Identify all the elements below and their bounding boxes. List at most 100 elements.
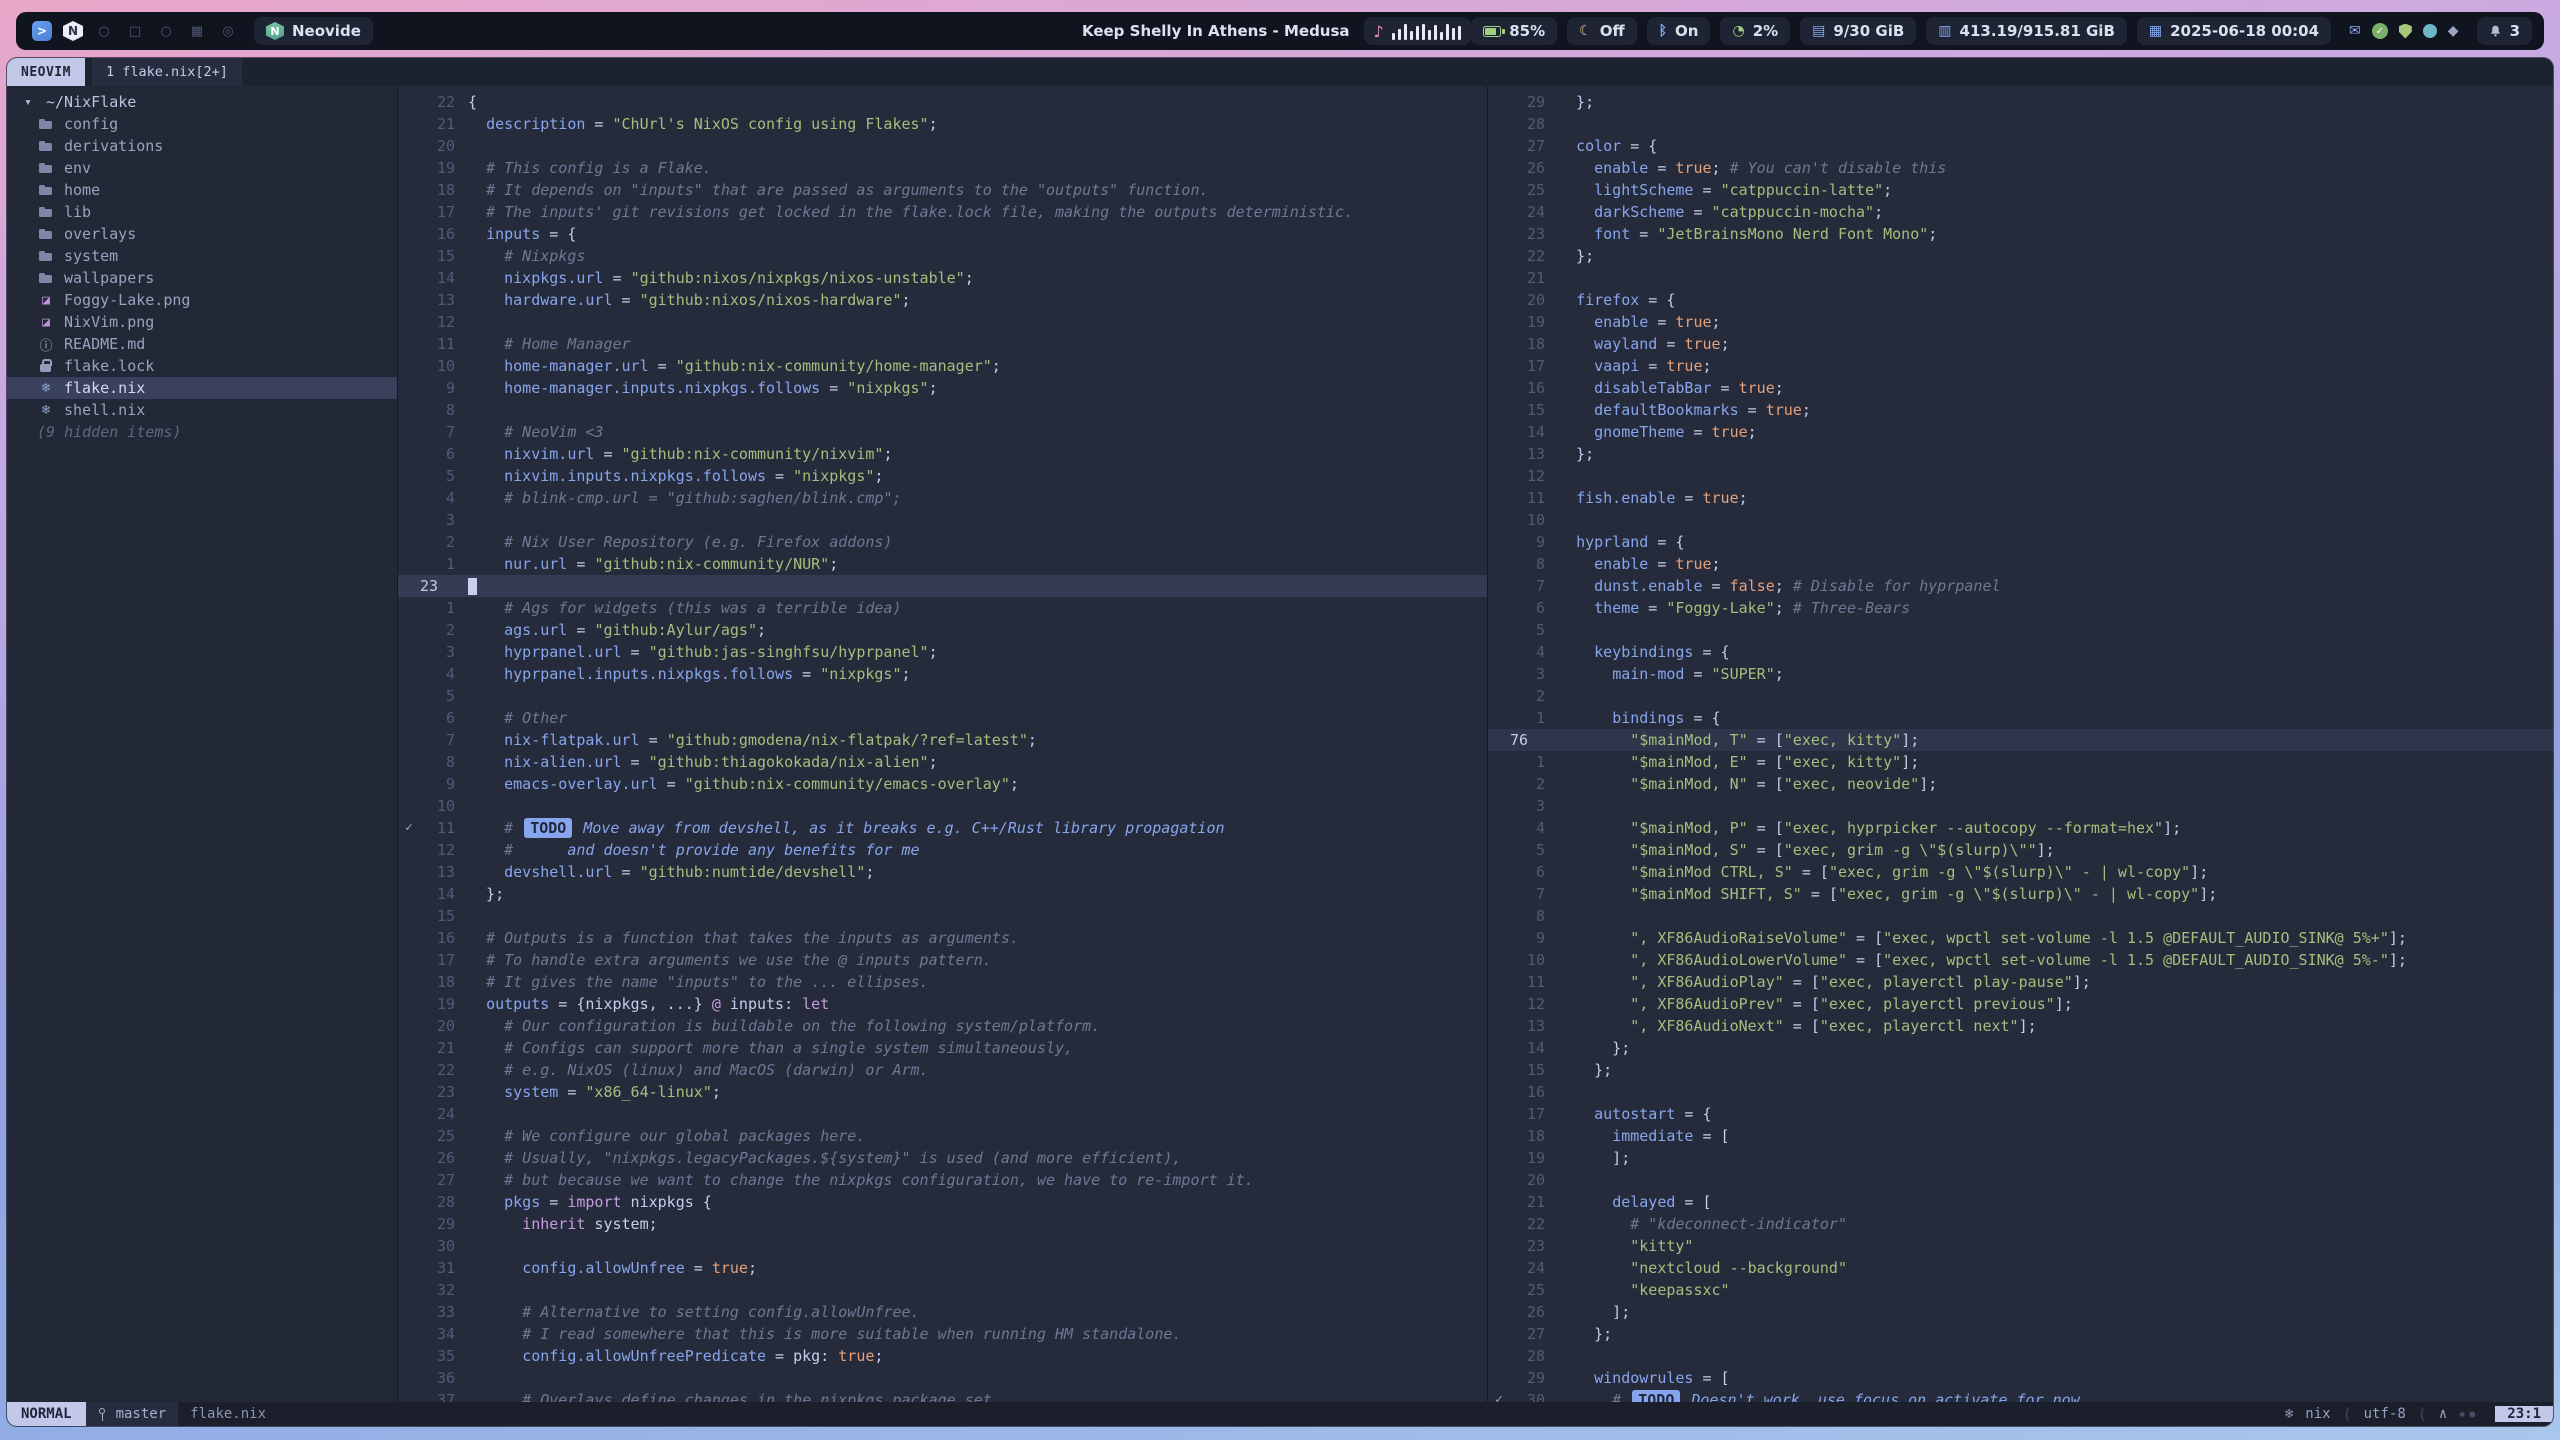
workspace-5-circle-icon[interactable]: ○ bbox=[156, 21, 176, 41]
code-line[interactable]: 2 ags.url = "github:Aylur/ags"; bbox=[398, 619, 1487, 641]
code-line[interactable]: 35 config.allowUnfreePredicate = pkg: tr… bbox=[398, 1345, 1487, 1367]
code-line[interactable]: 34 # I read somewhere that this is more … bbox=[398, 1323, 1487, 1345]
code-line[interactable]: 23 font = "JetBrainsMono Nerd Font Mono"… bbox=[1488, 223, 2553, 245]
code-line[interactable]: 28 bbox=[1488, 1345, 2553, 1367]
code-line[interactable]: 3 main-mod = "SUPER"; bbox=[1488, 663, 2553, 685]
code-line[interactable]: 25 # We configure our global packages he… bbox=[398, 1125, 1487, 1147]
code-line[interactable]: 19 enable = true; bbox=[1488, 311, 2553, 333]
code-line[interactable]: 23 system = "x86_64-linux"; bbox=[398, 1081, 1487, 1103]
code-line[interactable]: 18 immediate = [ bbox=[1488, 1125, 2553, 1147]
code-line[interactable]: 26 ]; bbox=[1488, 1301, 2553, 1323]
code-line[interactable]: 6 nixvim.url = "github:nix-community/nix… bbox=[398, 443, 1487, 465]
code-line[interactable]: 9 hyprland = { bbox=[1488, 531, 2553, 553]
workspace-2-neovide-icon[interactable]: N bbox=[63, 21, 83, 41]
code-line[interactable]: 23 bbox=[398, 575, 1487, 597]
tray-check-icon[interactable]: ✓ bbox=[2372, 23, 2388, 39]
code-line[interactable]: 11 ", XF86AudioPlay" = ["exec, playerctl… bbox=[1488, 971, 2553, 993]
code-line[interactable]: 22 # "kdeconnect-indicator" bbox=[1488, 1213, 2553, 1235]
code-line[interactable]: ✓30 # TODO Doesn't work, use focus_on_ac… bbox=[1488, 1389, 2553, 1402]
code-line[interactable]: 5 nixvim.inputs.nixpkgs.follows = "nixpk… bbox=[398, 465, 1487, 487]
code-line[interactable]: 11 fish.enable = true; bbox=[1488, 487, 2553, 509]
code-line[interactable]: 29 }; bbox=[1488, 91, 2553, 113]
code-line[interactable]: 8 nix-alien.url = "github:thiagokokada/n… bbox=[398, 751, 1487, 773]
code-line[interactable]: 16 inputs = { bbox=[398, 223, 1487, 245]
code-line[interactable]: 14 gnomeTheme = true; bbox=[1488, 421, 2553, 443]
code-line[interactable]: 32 bbox=[398, 1279, 1487, 1301]
code-line[interactable]: 14 nixpkgs.url = "github:nixos/nixpkgs/n… bbox=[398, 267, 1487, 289]
code-line[interactable]: 37 # Overlays define changes in the nixp… bbox=[398, 1389, 1487, 1402]
tray-teal-icon[interactable] bbox=[2423, 24, 2437, 38]
code-line[interactable]: 13 ", XF86AudioNext" = ["exec, playerctl… bbox=[1488, 1015, 2553, 1037]
code-line[interactable]: 4 hyprpanel.inputs.nixpkgs.follows = "ni… bbox=[398, 663, 1487, 685]
code-line[interactable]: 25 lightScheme = "catppuccin-latte"; bbox=[1488, 179, 2553, 201]
code-line[interactable]: 16 # Outputs is a function that takes th… bbox=[398, 927, 1487, 949]
code-line[interactable]: 21 # Configs can support more than a sin… bbox=[398, 1037, 1487, 1059]
code-line[interactable]: 6 # Other bbox=[398, 707, 1487, 729]
pane-left-code[interactable]: 22{21 description = "ChUrl's NixOS confi… bbox=[398, 86, 1488, 1402]
code-line[interactable]: 11 # Home Manager bbox=[398, 333, 1487, 355]
code-line[interactable]: 15 bbox=[398, 905, 1487, 927]
tree-item-lib[interactable]: lib bbox=[7, 201, 397, 223]
code-line[interactable]: 13 }; bbox=[1488, 443, 2553, 465]
code-line[interactable]: 10 ", XF86AudioLowerVolume" = ["exec, wp… bbox=[1488, 949, 2553, 971]
code-line[interactable]: 4 "$mainMod, P" = ["exec, hyprpicker --a… bbox=[1488, 817, 2553, 839]
code-line[interactable]: 16 disableTabBar = true; bbox=[1488, 377, 2553, 399]
code-line[interactable]: ✓11 # TODO Move away from devshell, as i… bbox=[398, 817, 1487, 839]
code-line[interactable]: 21 description = "ChUrl's NixOS config u… bbox=[398, 113, 1487, 135]
code-line[interactable]: 1 "$mainMod, E" = ["exec, kitty"]; bbox=[1488, 751, 2553, 773]
code-line[interactable]: 9 home-manager.inputs.nixpkgs.follows = … bbox=[398, 377, 1487, 399]
code-line[interactable]: 20 # Our configuration is buildable on t… bbox=[398, 1015, 1487, 1037]
tree-item-flake-nix[interactable]: ❄flake.nix bbox=[7, 377, 397, 399]
tree-item-nixvim-png[interactable]: ◪NixVim.png bbox=[7, 311, 397, 333]
workspace-6-grid-icon[interactable]: ▦ bbox=[187, 21, 207, 41]
code-line[interactable]: 19 # This config is a Flake. bbox=[398, 157, 1487, 179]
code-line[interactable]: 36 bbox=[398, 1367, 1487, 1389]
code-line[interactable]: 4 # blink-cmp.url = "github:saghen/blink… bbox=[398, 487, 1487, 509]
code-line[interactable]: 3 hyprpanel.url = "github:jas-singhfsu/h… bbox=[398, 641, 1487, 663]
code-line[interactable]: 7 # NeoVim <3 bbox=[398, 421, 1487, 443]
code-line[interactable]: 24 "nextcloud --background" bbox=[1488, 1257, 2553, 1279]
code-line[interactable]: 6 theme = "Foggy-Lake"; # Three-Bears bbox=[1488, 597, 2553, 619]
workspace-1-terminal-icon[interactable]: > bbox=[32, 21, 52, 41]
code-line[interactable]: 7 dunst.enable = false; # Disable for hy… bbox=[1488, 575, 2553, 597]
tab-flake-nix[interactable]: 1 flake.nix[2+] bbox=[92, 58, 242, 86]
code-line[interactable]: 30 bbox=[398, 1235, 1487, 1257]
notifications-module[interactable]: 3 bbox=[2477, 17, 2532, 45]
code-line[interactable]: 10 bbox=[1488, 509, 2553, 531]
code-line[interactable]: 21 bbox=[1488, 267, 2553, 289]
code-line[interactable]: 8 bbox=[1488, 905, 2553, 927]
disk-module[interactable]: ▥413.19/915.81 GiB bbox=[1926, 17, 2127, 45]
tree-item-config[interactable]: config bbox=[7, 113, 397, 135]
code-line[interactable]: 8 bbox=[398, 399, 1487, 421]
tree-item-foggy-lake-png[interactable]: ◪Foggy-Lake.png bbox=[7, 289, 397, 311]
code-line[interactable]: 29 windowrules = [ bbox=[1488, 1367, 2553, 1389]
code-line[interactable]: 27 color = { bbox=[1488, 135, 2553, 157]
code-line[interactable]: 4 keybindings = { bbox=[1488, 641, 2553, 663]
code-line[interactable]: 8 enable = true; bbox=[1488, 553, 2553, 575]
battery-module[interactable]: 85% bbox=[1471, 17, 1557, 45]
workspace-4-square-icon[interactable]: □ bbox=[125, 21, 145, 41]
code-line[interactable]: 23 "kitty" bbox=[1488, 1235, 2553, 1257]
code-line[interactable]: 3 bbox=[398, 509, 1487, 531]
code-line[interactable]: 2 "$mainMod, N" = ["exec, neovide"]; bbox=[1488, 773, 2553, 795]
code-line[interactable]: 12 bbox=[398, 311, 1487, 333]
tree-item-home[interactable]: home bbox=[7, 179, 397, 201]
tree-item-env[interactable]: env bbox=[7, 157, 397, 179]
code-line[interactable]: 13 devshell.url = "github:numtide/devshe… bbox=[398, 861, 1487, 883]
code-line[interactable]: 2 # Nix User Repository (e.g. Firefox ad… bbox=[398, 531, 1487, 553]
code-line[interactable]: 20 bbox=[1488, 1169, 2553, 1191]
code-line[interactable]: 14 }; bbox=[398, 883, 1487, 905]
tree-item-nixflake[interactable]: ▾~/NixFlake bbox=[7, 91, 397, 113]
code-line[interactable]: 5 "$mainMod, S" = ["exec, grim -g \"$(sl… bbox=[1488, 839, 2553, 861]
code-line[interactable]: 22{ bbox=[398, 91, 1487, 113]
code-line[interactable]: 22 }; bbox=[1488, 245, 2553, 267]
tree-item-9-hidden-items[interactable]: (9 hidden items) bbox=[7, 421, 397, 443]
code-line[interactable]: 20 bbox=[398, 135, 1487, 157]
focused-window-module[interactable]: N Neovide bbox=[254, 17, 373, 45]
code-line[interactable]: 17 autostart = { bbox=[1488, 1103, 2553, 1125]
code-line[interactable]: 17 vaapi = true; bbox=[1488, 355, 2553, 377]
file-tree[interactable]: ▾~/NixFlakeconfigderivationsenvhomelibov… bbox=[7, 86, 398, 1402]
tree-item-system[interactable]: system bbox=[7, 245, 397, 267]
code-line[interactable]: 3 bbox=[1488, 795, 2553, 817]
code-line[interactable]: 18 # It gives the name "inputs" to the .… bbox=[398, 971, 1487, 993]
